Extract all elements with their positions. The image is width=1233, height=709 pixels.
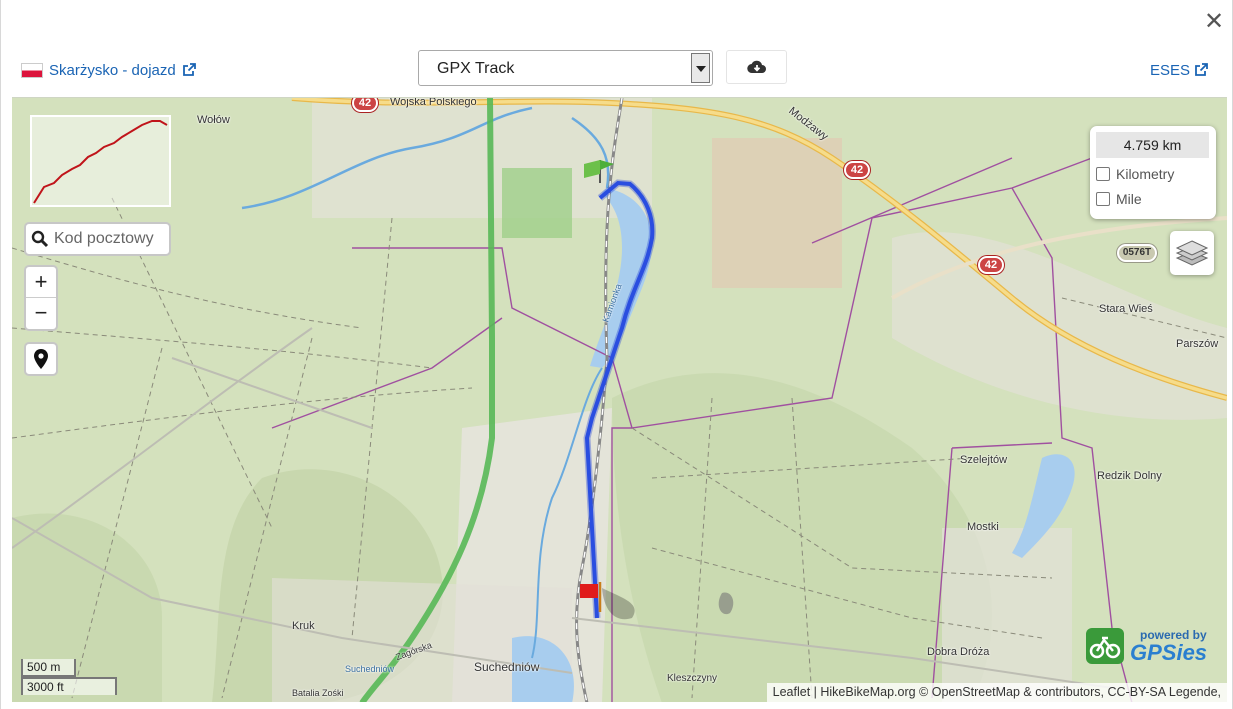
unit-mi-checkbox[interactable]: [1096, 192, 1110, 206]
map-label: Kleszczyny: [667, 673, 718, 684]
external-link-icon: [1195, 63, 1208, 76]
eses-label: ESES: [1150, 61, 1191, 79]
unit-mi-label: Mile: [1116, 191, 1142, 207]
modal-window: ✕ Skarżysko - dojazd GPX Track ESES Wołó…: [0, 0, 1233, 709]
map-label: Parszów: [1176, 338, 1219, 350]
layers-button[interactable]: [1170, 231, 1214, 275]
scale-imperial: 3000 ft: [21, 677, 117, 695]
zoom-control: + −: [24, 265, 58, 331]
map-label: Suchedniów: [474, 660, 540, 674]
attribution-text: | HikeBikeMap.org © OpenStreetMap & cont…: [810, 685, 1221, 699]
map-label: Redzik Dolny: [1097, 470, 1162, 482]
map-label: Stara Wieś: [1099, 303, 1153, 315]
search-input[interactable]: [54, 230, 169, 248]
map-label: Szelejtów: [960, 454, 1008, 466]
map-label: Kruk: [292, 620, 315, 632]
leaflet-link[interactable]: Leaflet: [773, 685, 811, 699]
scale-metric: 500 m: [21, 659, 76, 677]
map-label: Suchedniów: [345, 664, 395, 674]
map-label: Batalia Zośki: [292, 688, 344, 698]
export-format-select[interactable]: GPX Track: [418, 50, 713, 86]
map-label: Wojska Polskiego: [390, 97, 477, 108]
map-tiles: [12, 98, 1227, 702]
gpsies-logo[interactable]: powered by GPSies: [1084, 624, 1218, 668]
elevation-profile-chart: [33, 120, 168, 204]
locate-button[interactable]: [24, 342, 58, 376]
road-shield: 42: [844, 161, 870, 179]
cloud-download-icon: [746, 60, 766, 74]
map-label: Wołów: [197, 114, 230, 126]
zoom-in-button[interactable]: +: [26, 267, 56, 298]
track-title-link[interactable]: Skarżysko - dojazd: [21, 59, 196, 81]
map-label: Dobra Dróża: [927, 646, 990, 658]
unit-km-label: Kilometry: [1116, 166, 1175, 182]
road-shield: 42: [978, 256, 1004, 274]
unit-mi-option[interactable]: Mile: [1096, 191, 1142, 207]
road-shield: 42: [352, 98, 378, 112]
map-label: Mostki: [967, 521, 999, 533]
poland-flag-icon: [21, 62, 43, 78]
unit-km-checkbox[interactable]: [1096, 167, 1110, 181]
unit-km-option[interactable]: Kilometry: [1096, 166, 1174, 182]
map-marker-icon: [34, 349, 48, 369]
distance-panel: 4.759 km Kilometry Mile: [1090, 126, 1216, 219]
track-title: Skarżysko - dojazd: [49, 61, 176, 79]
map-attribution: Leaflet | HikeBikeMap.org © OpenStreetMa…: [766, 683, 1227, 702]
total-distance: 4.759 km: [1096, 132, 1209, 158]
close-button[interactable]: ✕: [1201, 8, 1227, 36]
eses-link[interactable]: ESES: [1150, 59, 1208, 81]
road-shield: 0576T: [1117, 244, 1157, 262]
external-link-icon: [182, 63, 196, 76]
zoom-out-button[interactable]: −: [26, 298, 56, 329]
search-icon: [26, 230, 54, 248]
gpsies-brand-text: GPSies: [1130, 640, 1208, 665]
chevron-down-icon: [691, 53, 710, 83]
download-button[interactable]: [726, 50, 787, 84]
postal-code-search[interactable]: [24, 222, 171, 256]
scale-bar: 500 m 3000 ft: [21, 659, 117, 695]
layers-icon: [1175, 240, 1209, 266]
elevation-profile-thumbnail[interactable]: [30, 115, 171, 207]
export-format-value: GPX Track: [437, 60, 515, 77]
map-view[interactable]: Wołów Wojska Polskiego Modżawy Kamionka …: [12, 97, 1227, 702]
